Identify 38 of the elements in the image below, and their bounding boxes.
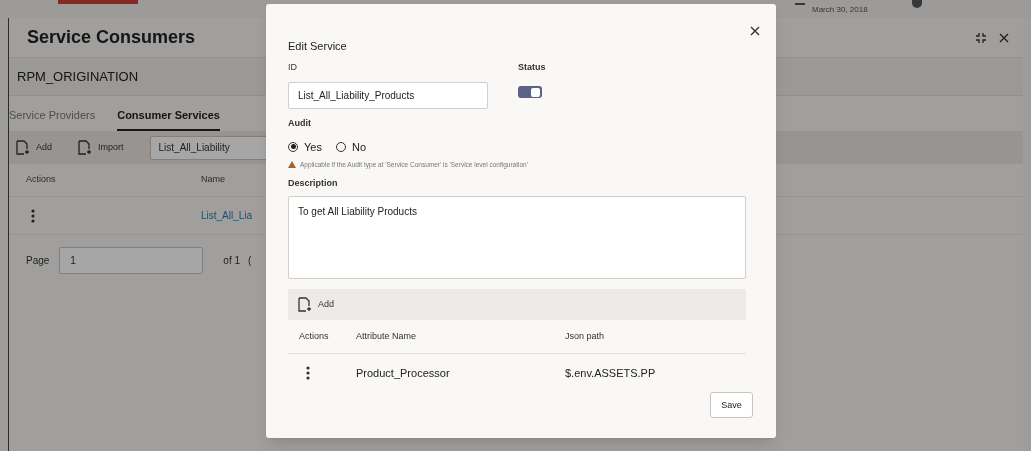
id-field[interactable]: List_All_Liability_Products (288, 82, 488, 109)
add-file-icon (16, 140, 30, 155)
consumer-name: RPM_ORIGINATION (17, 67, 139, 86)
close-icon[interactable] (999, 32, 1009, 43)
more-options-icon[interactable] (31, 208, 35, 223)
description-field[interactable]: To get All Liability Products (288, 196, 746, 280)
audit-radio[interactable]: No (335, 138, 366, 155)
page-number-field[interactable]: 1 (59, 246, 204, 274)
more-options-icon[interactable] (306, 366, 310, 381)
header-date: March 30, 2018 (812, 4, 868, 16)
field-label: ID (288, 60, 298, 74)
close-icon[interactable] (750, 26, 760, 36)
table-cell-text: $.env.ASSETS.PP (565, 366, 656, 381)
service-link[interactable]: List_All_Lia (201, 208, 253, 223)
field-label: Status (518, 60, 546, 74)
toolbar-button[interactable]: Import (78, 140, 140, 155)
audit-radio[interactable]: Yes (288, 138, 322, 155)
status-toggle[interactable] (518, 86, 542, 98)
add-file-icon (78, 140, 92, 155)
column-header: Json path (565, 330, 605, 343)
warning-icon (288, 161, 296, 169)
field-label: Audit (288, 117, 312, 130)
column-header: Actions (26, 173, 57, 187)
collapse-icon[interactable] (975, 31, 987, 44)
column-header: Attribute Name (356, 330, 418, 343)
column-header: Actions (299, 330, 330, 343)
column-header: Name (201, 173, 225, 187)
dialog-title: Edit Service (288, 39, 348, 54)
toolbar-button[interactable]: Add (16, 140, 68, 155)
page-info: ( (248, 253, 252, 268)
page-count: of 1 (223, 253, 241, 268)
save-button[interactable]: Save (710, 392, 753, 419)
add-button[interactable]: Add (298, 297, 334, 313)
add-file-icon (298, 297, 312, 313)
table-cell-text: Product_Processor (356, 366, 451, 381)
field-label: Description (288, 176, 339, 190)
page-label: Page (26, 253, 50, 268)
page-title: Service Consumers (27, 26, 196, 49)
